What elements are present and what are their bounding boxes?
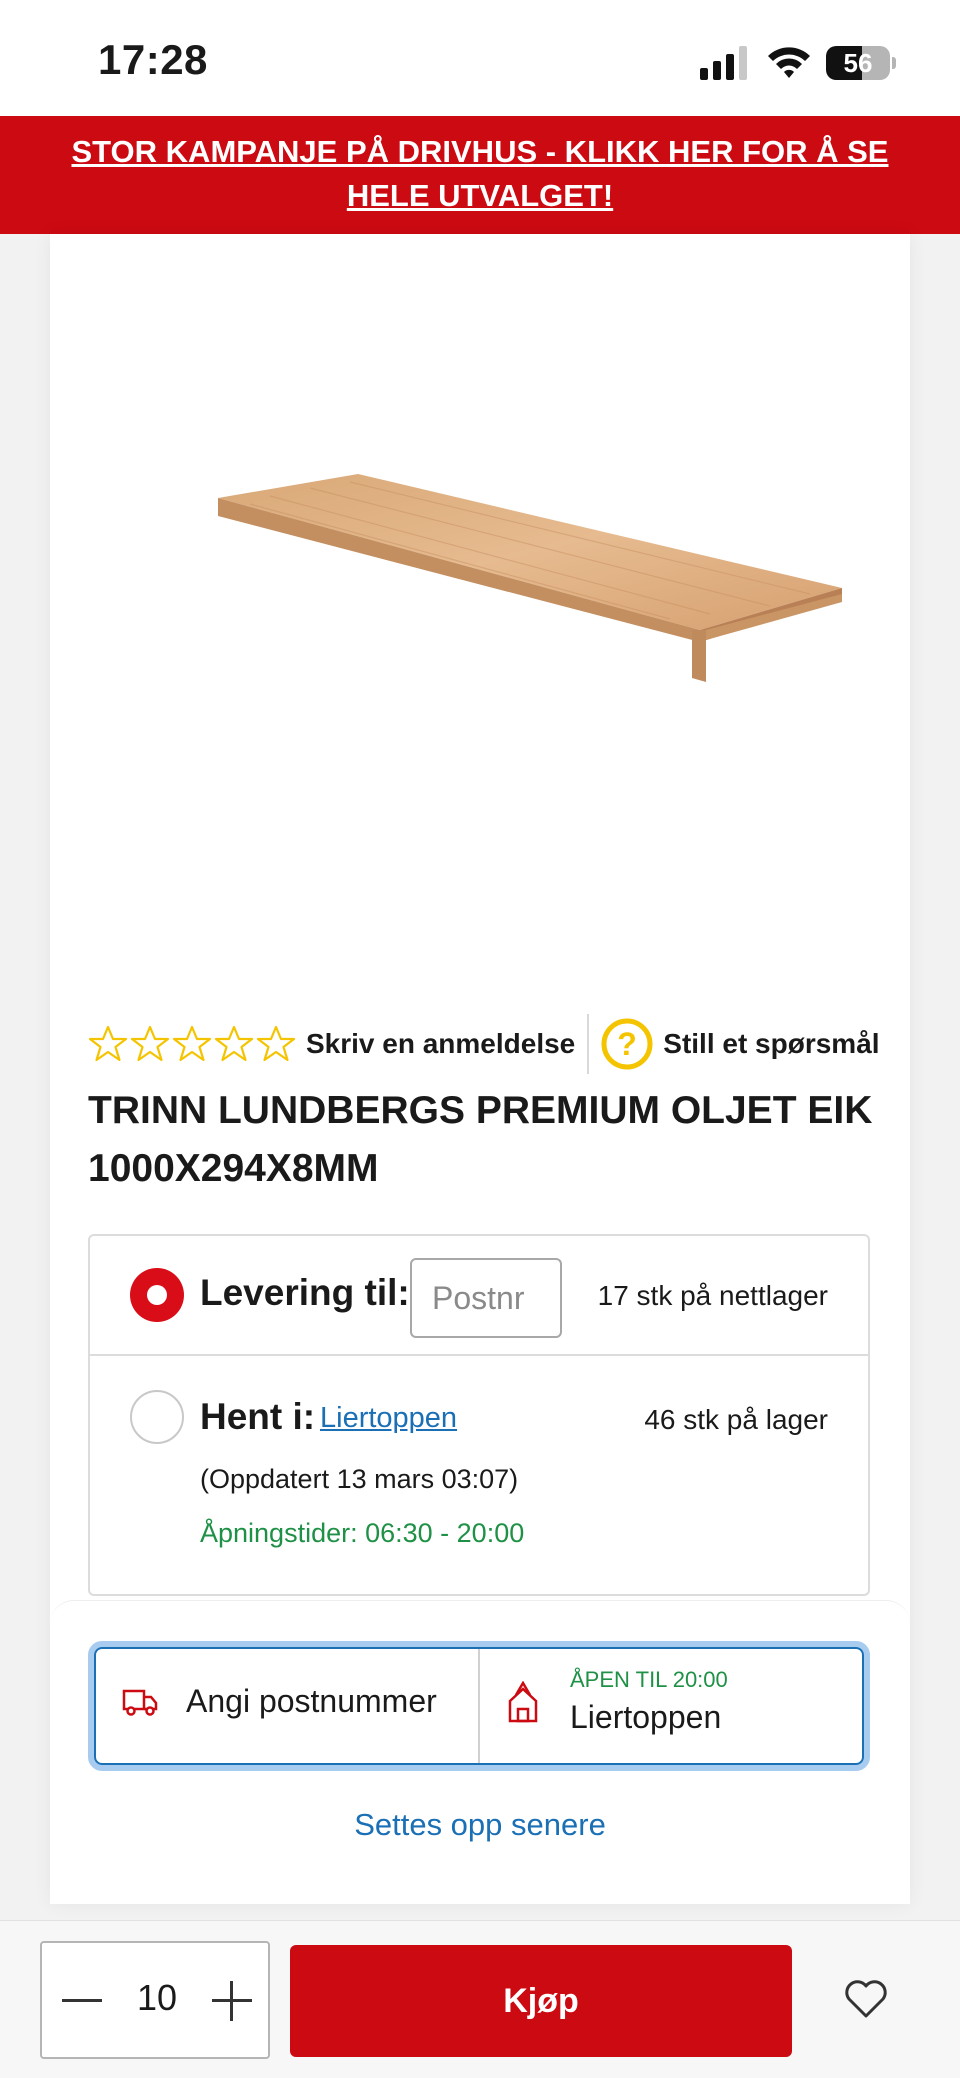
divider xyxy=(587,1014,590,1074)
truck-icon xyxy=(122,1689,158,1716)
enter-postnr-button[interactable]: Angi postnummer xyxy=(96,1649,478,1763)
status-time: 17:28 xyxy=(98,36,208,83)
rating-row: Skriv en anmeldelse ? Still et spørsmål xyxy=(88,1014,888,1074)
delivery-picker: Angi postnummer ÅPEN TIL 20:00 Liertoppe… xyxy=(88,1641,870,1771)
battery-icon: 56 xyxy=(826,46,896,80)
store-icon xyxy=(508,1681,538,1723)
bottom-bar: 10 Kjøp xyxy=(0,1920,960,2078)
delivery-radio[interactable] xyxy=(130,1268,184,1322)
postnr-input[interactable] xyxy=(410,1258,562,1338)
star-rating[interactable] xyxy=(88,1022,296,1066)
product-image[interactable] xyxy=(150,434,850,754)
opening-hours: Åpningstider: 06:30 - 20:00 xyxy=(200,1518,525,1548)
select-store-button[interactable]: ÅPEN TIL 20:00 Liertoppen xyxy=(478,1649,862,1763)
plus-icon[interactable] xyxy=(212,1981,252,2021)
stock-updated: (Oppdatert 13 mars 03:07) xyxy=(200,1464,519,1494)
heart-icon[interactable] xyxy=(844,1979,888,2019)
picker-store-name: Liertoppen xyxy=(570,1699,722,1735)
write-review-link[interactable]: Skriv en anmeldelse xyxy=(306,1028,575,1060)
set-up-later-link[interactable]: Settes opp senere xyxy=(50,1807,910,1843)
online-stock: 17 stk på nettlager xyxy=(597,1280,828,1311)
store-stock: 46 stk på lager xyxy=(644,1404,828,1435)
store-link[interactable]: Liertoppen xyxy=(320,1402,457,1435)
ask-question-link[interactable]: Still et spørsmål xyxy=(663,1028,879,1060)
wifi-icon xyxy=(768,47,810,78)
minus-icon[interactable] xyxy=(62,1999,102,2002)
svg-text:?: ? xyxy=(617,1026,637,1062)
battery-percent: 56 xyxy=(843,48,873,78)
pickup-label: Hent i: xyxy=(200,1396,316,1437)
star-outline-icon[interactable] xyxy=(172,1022,212,1066)
status-bar: 17:28 56 xyxy=(0,0,960,116)
pickup-radio[interactable] xyxy=(130,1390,184,1444)
product-title: TRINN LUNDBERGS PREMIUM OLJET EIK 1000X2… xyxy=(88,1089,873,1190)
quantity-stepper: 10 xyxy=(40,1941,270,2059)
star-outline-icon[interactable] xyxy=(130,1022,170,1066)
promo-banner[interactable]: STOR KAMPANJE PÅ DRIVHUS - KLIKK HER FOR… xyxy=(0,116,960,234)
star-outline-icon[interactable] xyxy=(214,1022,254,1066)
question-icon[interactable]: ? xyxy=(601,1018,653,1070)
quantity-value[interactable]: 10 xyxy=(122,1977,192,2019)
delivery-label: Levering til: xyxy=(200,1272,410,1313)
product-card: Skriv en anmeldelse ? Still et spørsmål … xyxy=(50,234,910,1904)
open-until: ÅPEN TIL 20:00 xyxy=(570,1667,728,1692)
stock-options: Levering til: 17 stk på nettlager Hent i… xyxy=(88,1234,870,1596)
enter-postnr-label: Angi postnummer xyxy=(186,1683,437,1719)
delivery-picker-panel: Angi postnummer ÅPEN TIL 20:00 Liertoppe… xyxy=(50,1600,910,1904)
signal-icon xyxy=(700,46,747,80)
star-outline-icon[interactable] xyxy=(256,1022,296,1066)
star-outline-icon[interactable] xyxy=(88,1022,128,1066)
buy-button[interactable]: Kjøp xyxy=(290,1945,792,2057)
delivery-option[interactable]: Levering til: 17 stk på nettlager xyxy=(90,1236,868,1356)
